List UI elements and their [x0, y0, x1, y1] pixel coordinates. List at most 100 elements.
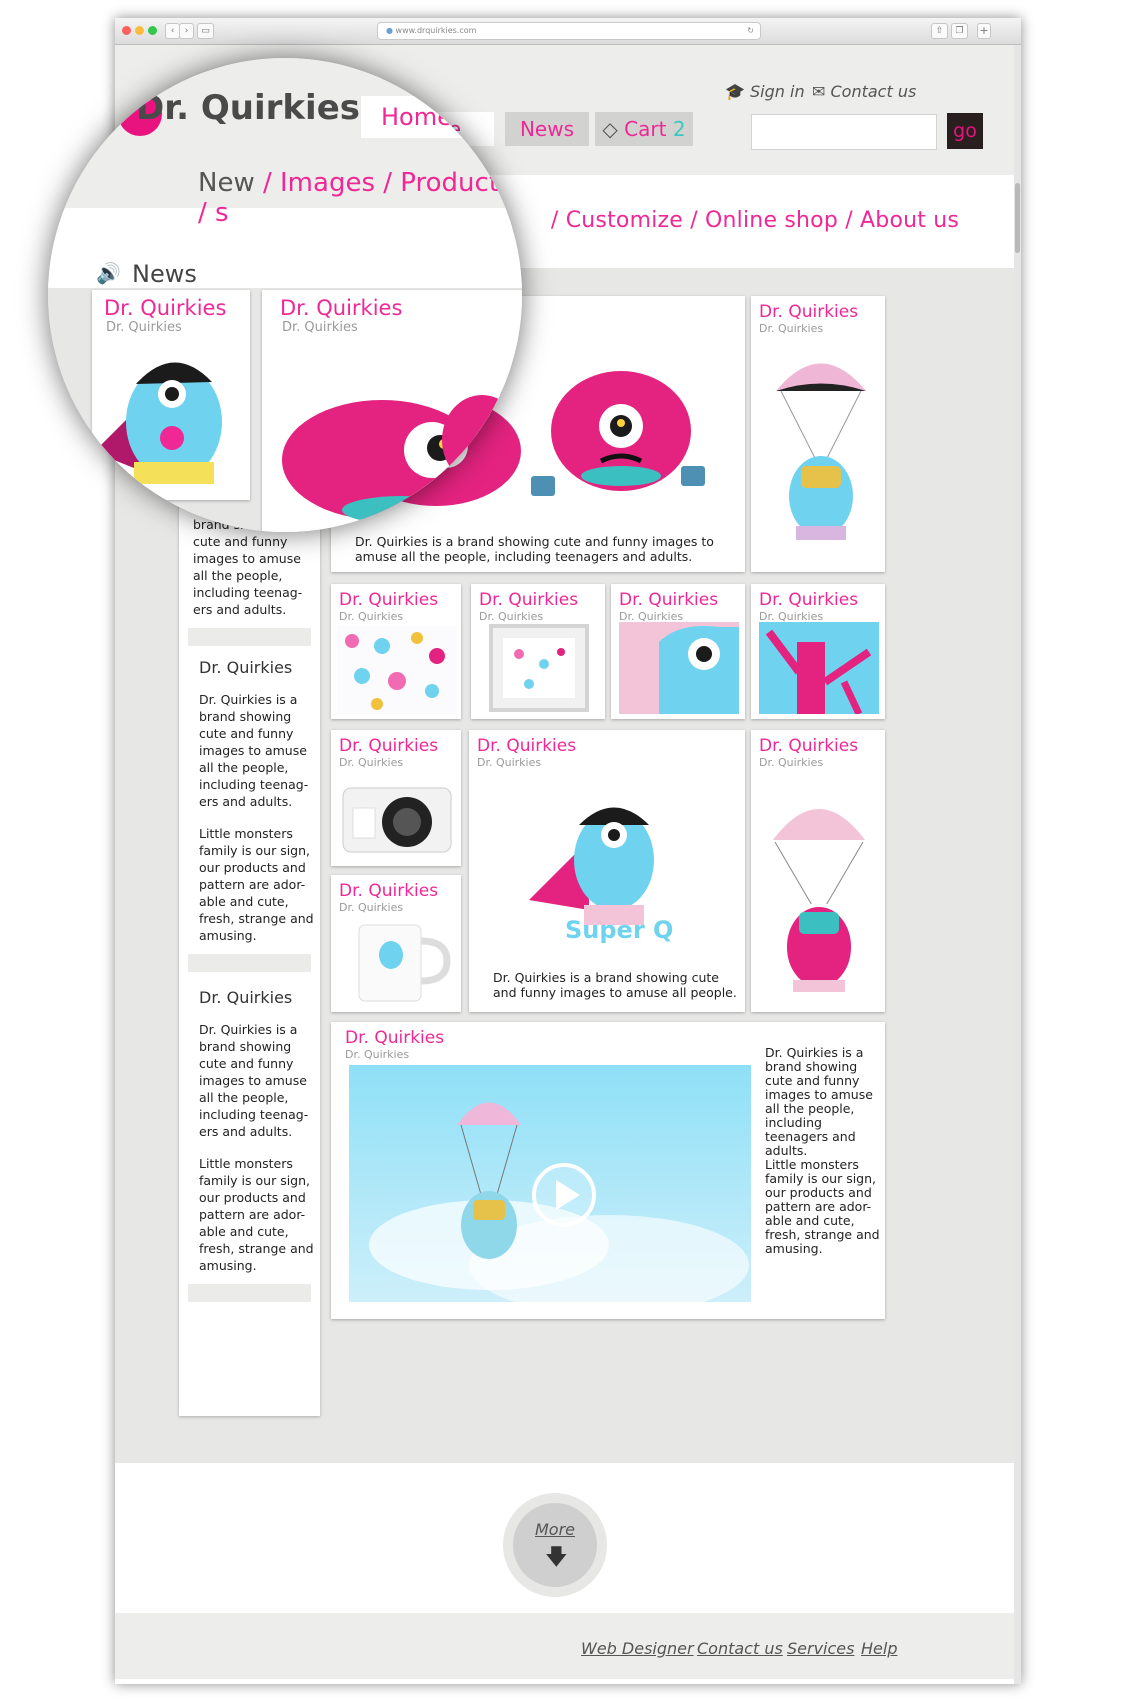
footer-link-help[interactable]: Help — [861, 1639, 897, 1658]
scrollbar-thumb[interactable] — [1015, 183, 1020, 253]
contact-us-link[interactable]: ✉ Contact us — [812, 82, 916, 101]
go-button[interactable]: go — [947, 113, 983, 149]
footer-link-services[interactable]: Services — [787, 1639, 854, 1658]
parachute-monster-image — [776, 363, 866, 540]
news-card-super-q[interactable]: Dr. Quirkies Dr. Quirkies Super Q Dr. Qu… — [469, 730, 745, 1012]
sign-in-link[interactable]: 🎓 Sign in — [725, 82, 805, 101]
mag-nav-home[interactable]: Home — [361, 96, 491, 138]
parachute-sticker-image — [765, 805, 873, 992]
arrow-down-icon: 🡇 — [545, 1545, 568, 1570]
share-icon[interactable]: ⇧ — [931, 23, 948, 39]
news-card[interactable]: Dr. Quirkies Dr. Quirkies — [751, 584, 885, 719]
subnav-customize[interactable]: Customize — [566, 208, 683, 233]
footer-link-contact-us[interactable]: Contact us — [697, 1639, 783, 1658]
envelope-icon: ✉ — [812, 82, 826, 101]
card-title: Dr. Quirkies — [339, 881, 439, 901]
video-description: Little monsters family is our sign, our … — [765, 1157, 880, 1256]
logo-hat-icon: 🎓 — [152, 58, 182, 86]
card-subtitle: Dr. Quirkies — [477, 756, 542, 769]
card-description: Dr. Quirkies is a brand showing cute and… — [355, 534, 714, 564]
subnav-online-shop[interactable]: Online shop — [705, 208, 838, 233]
sidebar-heading: Dr. Quirkies — [199, 988, 293, 1007]
pattern-sticker-image — [337, 626, 457, 714]
card-subtitle: Dr. Quirkies — [339, 901, 404, 914]
superhero-monster-image — [94, 362, 222, 484]
maximize-window-icon[interactable] — [148, 26, 157, 35]
news-card[interactable]: Dr. Quirkies Dr. Quirkies — [331, 730, 461, 866]
footer-link-web-designer[interactable]: Web Designer — [581, 1639, 694, 1658]
globe-icon: ● — [386, 26, 393, 35]
reload-icon[interactable]: ↻ — [739, 23, 754, 39]
news-section-title: News — [132, 260, 197, 288]
card-subtitle: Dr. Quirkies — [282, 320, 358, 335]
card-subtitle: Dr. Quirkies — [345, 1048, 410, 1061]
card-title: Dr. Quirkies — [104, 296, 227, 320]
tabs-icon[interactable]: ❐ — [951, 23, 968, 39]
monster-closeup-image — [619, 622, 739, 714]
news-card[interactable]: Dr. Quirkies Dr. Quirkies — [471, 584, 605, 719]
new-tab-icon[interactable]: + — [977, 23, 991, 39]
subnav-products[interactable]: Products — [400, 168, 512, 198]
mag-monster-image — [282, 395, 522, 524]
graduation-cap-icon: 🎓 — [725, 82, 745, 101]
sidebar-text: Little monsters family is our sign, our … — [199, 826, 314, 943]
sidebar-divider — [188, 1284, 311, 1302]
card-description: Dr. Quirkies is a brand showing cute and… — [493, 970, 737, 1000]
diamond-icon: ◇ — [602, 117, 618, 141]
speaker-icon: 🔊 — [96, 261, 121, 285]
subnav-images[interactable]: Images — [280, 168, 375, 198]
card-title: Dr. Quirkies — [339, 736, 439, 756]
news-card-video[interactable]: Dr. Quirkies Dr. Quirkies Dr. Quirkies i… — [331, 1022, 885, 1319]
tree-pattern-image — [759, 622, 879, 714]
magnifier-lens: 🎓 Dr. Quirkies Home New / Images / Produ… — [48, 58, 522, 532]
nav-cart[interactable]: ◇ Cart 2 — [595, 112, 693, 146]
card-title: Dr. Quirkies — [479, 590, 579, 610]
card-title: Dr. Quirkies — [339, 590, 439, 610]
subnav-partial[interactable]: s — [215, 198, 229, 228]
card-subtitle: Dr. Quirkies — [106, 320, 182, 335]
sidebar-heading: Dr. Quirkies — [199, 658, 293, 677]
card-title: Dr. Quirkies — [280, 296, 403, 320]
subnav-about-us[interactable]: About us — [860, 208, 959, 233]
super-q-label: Super Q — [565, 916, 674, 944]
browser-toolbar: ‹ › ▭ ● www.drquirkies.com ↻ ⇧ ❐ + — [115, 18, 1021, 45]
address-url: www.drquirkies.com — [395, 26, 477, 35]
card-title: Dr. Quirkies — [759, 302, 859, 322]
mag-subnav: New / Images / Products / s — [198, 168, 513, 228]
close-window-icon[interactable] — [122, 26, 131, 35]
card-subtitle: Dr. Quirkies — [339, 610, 404, 623]
card-title: Dr. Quirkies — [477, 736, 577, 756]
mag-featured-card[interactable]: Dr. Quirkies Dr. Quirkies — [262, 290, 522, 532]
card-subtitle: Dr. Quirkies — [339, 756, 404, 769]
card-title: Dr. Quirkies — [759, 590, 859, 610]
card-subtitle: Dr. Quirkies — [479, 610, 544, 623]
subnav-separator: / — [550, 208, 566, 233]
mug-product-image — [358, 924, 451, 1002]
minimize-window-icon[interactable] — [135, 26, 144, 35]
sidebar-toggle-icon[interactable]: ▭ — [197, 23, 214, 39]
news-card[interactable]: Dr. Quirkies Dr. Quirkies — [331, 875, 461, 1012]
card-title: Dr. Quirkies — [345, 1028, 445, 1048]
sidebar-divider — [188, 954, 311, 972]
card-subtitle: Dr. Quirkies — [759, 756, 824, 769]
subnav-new[interactable]: New — [198, 168, 255, 198]
search-input[interactable] — [751, 114, 937, 150]
camera-product-image — [342, 787, 452, 853]
news-card[interactable]: Dr. Quirkies Dr. Quirkies — [751, 730, 885, 1012]
card-title: Dr. Quirkies — [619, 590, 719, 610]
back-icon[interactable]: ‹ — [165, 23, 180, 39]
forward-icon[interactable]: › — [179, 23, 194, 39]
logo-text[interactable]: Dr. Quirkies — [136, 88, 360, 128]
sidebar-text: Dr. Quirkies is a brand showing cute and… — [199, 692, 309, 809]
scrollbar[interactable] — [1014, 45, 1021, 1684]
news-card[interactable]: Dr. Quirkies Dr. Quirkies — [751, 296, 885, 572]
play-icon[interactable] — [531, 1162, 597, 1228]
more-label[interactable]: More — [525, 1520, 585, 1539]
address-bar[interactable]: ● www.drquirkies.com ↻ — [377, 22, 761, 40]
news-card[interactable]: Dr. Quirkies Dr. Quirkies — [331, 584, 461, 719]
mag-news-card[interactable]: Dr. Quirkies Dr. Quirkies — [92, 290, 250, 500]
news-card[interactable]: Dr. Quirkies Dr. Quirkies — [611, 584, 745, 719]
video-description: Dr. Quirkies is a brand showing cute and… — [765, 1045, 873, 1158]
card-title: Dr. Quirkies — [759, 736, 859, 756]
sidebar-divider — [188, 628, 311, 646]
